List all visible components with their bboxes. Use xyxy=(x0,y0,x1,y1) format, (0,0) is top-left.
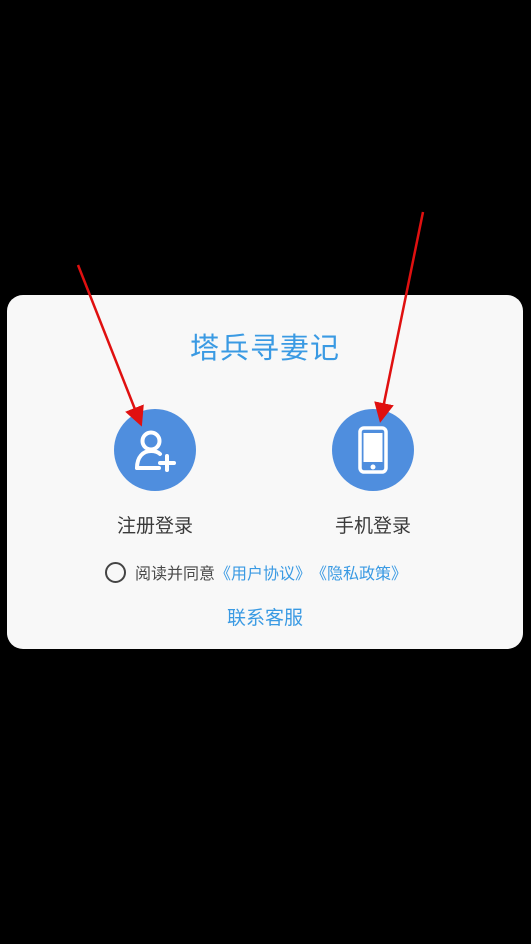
register-login-label: 注册登录 xyxy=(116,515,193,537)
user-agreement-link[interactable]: 《用户协议》 xyxy=(215,560,311,584)
phone-login-option[interactable]: 手机登录 xyxy=(313,409,433,538)
smartphone-icon xyxy=(358,426,388,474)
agreement-prefix: 阅读并同意 xyxy=(135,564,216,583)
contact-support-link[interactable]: 联系客服 xyxy=(7,603,523,630)
phone-login-label: 手机登录 xyxy=(334,515,411,537)
add-user-icon xyxy=(135,430,176,472)
register-login-option[interactable]: 注册登录 xyxy=(95,409,215,538)
register-icon-circle[interactable] xyxy=(114,409,196,491)
agreement-row: 阅读并同意 《用户协议》 《隐私政策》 xyxy=(105,560,407,584)
dialog-title: 塔兵寻妻记 xyxy=(189,331,340,365)
privacy-policy-link[interactable]: 《隐私政策》 xyxy=(311,560,407,584)
login-dialog: 塔兵寻妻记 注册登录 手机登录 阅读并同意 《用户协议》 《隐私政策》 联系客服 xyxy=(7,295,523,649)
phone-icon-circle[interactable] xyxy=(332,409,414,491)
agreement-checkbox[interactable] xyxy=(105,561,126,583)
